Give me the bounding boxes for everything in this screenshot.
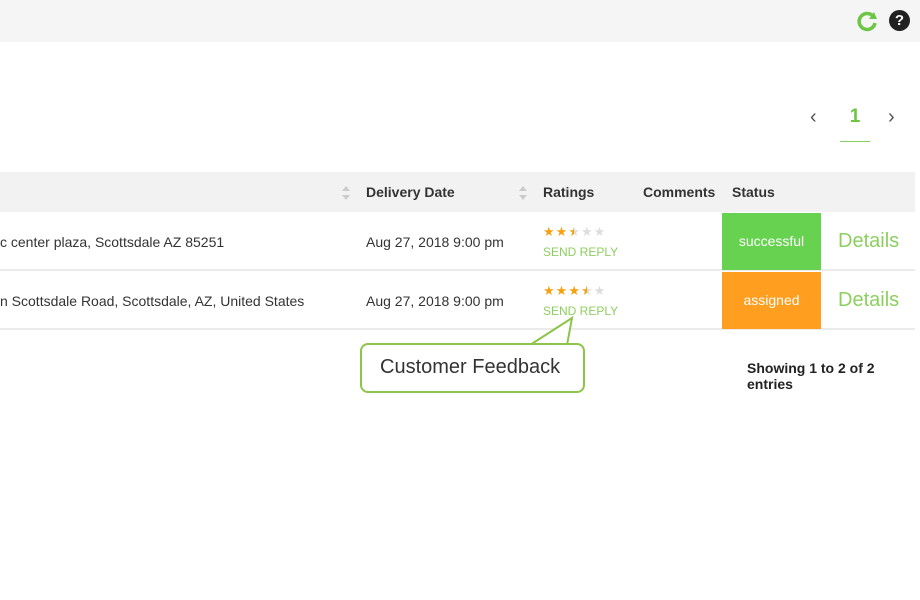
pagination-prev[interactable]: ‹: [810, 106, 817, 129]
star-icon: ★: [580, 224, 593, 239]
pagination-next[interactable]: ›: [888, 106, 895, 129]
address-cell: c center plaza, Scottsdale AZ 85251: [0, 234, 225, 250]
star-icon: ★: [593, 224, 606, 239]
rating-stars: ★ ★ ★ ★ ★: [543, 284, 605, 298]
star-icon: ★: [593, 283, 606, 298]
help-icon[interactable]: ?: [889, 10, 910, 31]
address-cell: n Scottsdale Road, Scottsdale, AZ, Unite…: [0, 293, 305, 309]
pagination-page-1[interactable]: 1: [840, 106, 870, 142]
header-ratings: Ratings: [543, 184, 595, 200]
table-header: Delivery Date Ratings Comments Status: [0, 172, 915, 212]
sort-icon[interactable]: [342, 185, 350, 201]
customer-feedback-callout: Customer Feedback: [360, 343, 585, 393]
header-delivery-date[interactable]: Delivery Date: [366, 184, 455, 200]
star-icon: ★: [555, 224, 568, 239]
header-status: Status: [732, 184, 775, 200]
delivery-date-cell: Aug 27, 2018 9:00 pm: [366, 293, 504, 309]
refresh-icon[interactable]: [856, 10, 878, 32]
top-toolbar: ?: [0, 0, 920, 42]
table-row: n Scottsdale Road, Scottsdale, AZ, Unite…: [0, 272, 915, 330]
header-comments: Comments: [643, 184, 716, 200]
details-link[interactable]: Details: [838, 289, 899, 312]
status-badge: successful: [722, 213, 821, 270]
rating-stars: ★ ★ ★ ★ ★: [543, 225, 605, 239]
star-icon: ★: [555, 283, 568, 298]
star-icon: ★: [580, 283, 593, 298]
star-icon: ★: [543, 283, 555, 298]
status-badge: assigned: [722, 272, 821, 329]
star-icon: ★: [568, 283, 580, 298]
details-link[interactable]: Details: [838, 230, 899, 253]
callout-text: Customer Feedback: [380, 356, 561, 378]
delivery-date-cell: Aug 27, 2018 9:00 pm: [366, 234, 504, 250]
table-info: Showing 1 to 2 of 2 entries: [747, 360, 875, 392]
table-row: c center plaza, Scottsdale AZ 85251 Aug …: [0, 213, 915, 271]
sort-icon[interactable]: [519, 185, 527, 201]
star-icon: ★: [568, 224, 580, 239]
send-reply-link[interactable]: SEND REPLY: [543, 245, 618, 259]
star-icon: ★: [543, 224, 555, 239]
